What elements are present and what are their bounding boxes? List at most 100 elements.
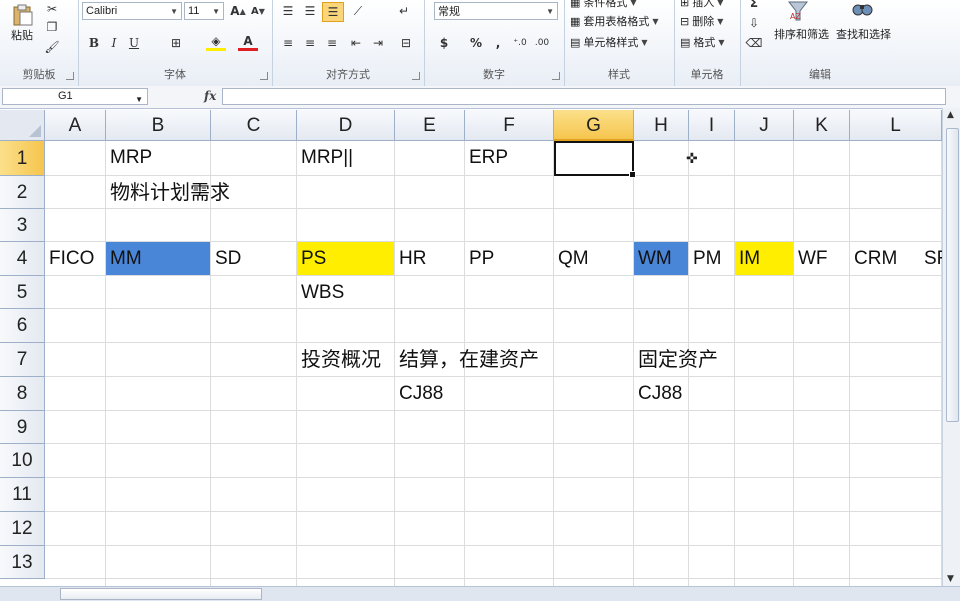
cell-j4[interactable]: IM: [735, 242, 760, 275]
cell-a4[interactable]: FICO: [45, 242, 94, 275]
cell-e7[interactable]: 结算，在建资产: [395, 343, 539, 376]
align-right-icon[interactable]: ≡: [322, 34, 342, 52]
find-select-icon[interactable]: [850, 0, 874, 22]
borders-icon[interactable]: ⊞: [166, 34, 186, 52]
cell-h4[interactable]: WM: [634, 242, 672, 275]
align-top-icon[interactable]: ☰: [278, 2, 298, 20]
column-header-b[interactable]: B: [106, 110, 211, 141]
column-header-j[interactable]: J: [735, 110, 794, 141]
column-header-e[interactable]: E: [395, 110, 465, 141]
scroll-down-icon[interactable]: ▼: [947, 574, 954, 584]
font-name-combo[interactable]: Calibri ▼: [82, 2, 182, 20]
align-bottom-icon[interactable]: ☰: [322, 2, 344, 22]
format-button[interactable]: ▤ 格式 ▼: [680, 34, 725, 50]
cell-f4[interactable]: PP: [465, 242, 494, 275]
row-header-12[interactable]: 12: [0, 512, 45, 546]
vertical-scrollbar[interactable]: ▲ ▼: [942, 108, 960, 586]
format-painter-icon[interactable]: 🖌: [42, 38, 62, 56]
sheet-tab[interactable]: [60, 588, 262, 600]
row-header-2[interactable]: 2: [0, 176, 45, 209]
row-header-3[interactable]: 3: [0, 209, 45, 242]
cell-b4[interactable]: MM: [106, 242, 142, 275]
align-middle-icon[interactable]: ☰: [300, 2, 320, 20]
row-header-5[interactable]: 5: [0, 276, 45, 309]
cell-h8[interactable]: CJ88: [634, 377, 682, 410]
row-header-4[interactable]: 4: [0, 242, 45, 276]
column-header-l[interactable]: L: [850, 110, 942, 141]
active-cell-g1[interactable]: [554, 141, 636, 178]
underline-icon[interactable]: U: [124, 34, 144, 52]
cell-d7[interactable]: 投资概况: [297, 343, 381, 376]
column-header-f[interactable]: F: [465, 110, 554, 141]
merge-center-icon[interactable]: ⊟: [396, 34, 416, 52]
name-box[interactable]: G1 ▼: [2, 88, 148, 105]
grow-font-icon[interactable]: A ▲: [228, 2, 248, 20]
cell-e4[interactable]: HR: [395, 242, 426, 275]
column-header-c[interactable]: C: [211, 110, 297, 141]
column-header-g[interactable]: G: [554, 110, 634, 141]
cell-e8[interactable]: CJ88: [395, 377, 443, 410]
currency-icon[interactable]: $: [434, 34, 454, 52]
comma-style-icon[interactable]: ,: [488, 34, 508, 52]
copy-icon[interactable]: ❐: [42, 18, 62, 36]
cell-i4[interactable]: PM: [689, 242, 722, 275]
column-header-k[interactable]: K: [794, 110, 850, 141]
paste-icon[interactable]: [8, 4, 36, 26]
fill-color-icon[interactable]: ◈: [206, 34, 226, 51]
find-select-button[interactable]: 查找和选择: [836, 26, 891, 42]
scroll-up-icon[interactable]: ▲: [947, 110, 954, 120]
wrap-text-icon[interactable]: ↵: [394, 2, 414, 20]
cell-d5[interactable]: WBS: [297, 276, 344, 309]
increase-indent-icon[interactable]: ⇥: [368, 34, 388, 52]
decrease-decimal-icon[interactable]: .00: [532, 34, 552, 52]
cell-f1[interactable]: ERP: [465, 141, 508, 174]
format-as-table-button[interactable]: ▦ 套用表格格式 ▼: [570, 13, 659, 29]
shrink-font-icon[interactable]: A ▼: [248, 2, 268, 20]
column-header-h[interactable]: H: [634, 110, 689, 141]
italic-icon[interactable]: I: [104, 34, 124, 52]
select-all-button[interactable]: [0, 110, 45, 141]
scrollbar-thumb[interactable]: [946, 128, 959, 422]
cell-b2[interactable]: 物料计划需求: [106, 176, 230, 209]
number-format-combo[interactable]: 常规 ▼: [434, 2, 558, 20]
cell-m4[interactable]: SR: [920, 242, 942, 275]
worksheet-grid[interactable]: A B C D E F G H I J K L 1 2 3 4 5 6 7 8 9 10 11 12 13 MRP MRP|| ERP…: [0, 110, 942, 586]
align-center-icon[interactable]: ≡: [300, 34, 320, 52]
row-header-11[interactable]: 11: [0, 478, 45, 512]
percent-icon[interactable]: %: [466, 34, 486, 52]
cell-d1[interactable]: MRP||: [297, 141, 353, 174]
decrease-indent-icon[interactable]: ⇤: [346, 34, 366, 52]
cell-k4[interactable]: WF: [794, 242, 828, 275]
cell-styles-button[interactable]: ▤ 单元格样式 ▼: [570, 34, 648, 50]
cell-c4[interactable]: SD: [211, 242, 241, 275]
row-header-10[interactable]: 10: [0, 444, 45, 478]
sort-filter-icon[interactable]: AZ: [786, 0, 810, 22]
autosum-icon[interactable]: Σ: [744, 0, 764, 12]
insert-function-button[interactable]: fx: [204, 89, 216, 103]
paste-button[interactable]: 粘贴: [11, 27, 33, 43]
row-header-8[interactable]: 8: [0, 377, 45, 411]
align-left-icon[interactable]: ≡: [278, 34, 298, 52]
clipboard-dialog-launcher[interactable]: [66, 72, 74, 80]
insert-button[interactable]: ⊞ 插入 ▼: [680, 0, 723, 10]
row-header-9[interactable]: 9: [0, 411, 45, 444]
cell-h7[interactable]: 固定资产: [634, 343, 718, 376]
bold-icon[interactable]: B: [84, 34, 104, 52]
orientation-icon[interactable]: ⟋: [348, 2, 368, 20]
row-header-6[interactable]: 6: [0, 309, 45, 343]
number-dialog-launcher[interactable]: [552, 72, 560, 80]
alignment-dialog-launcher[interactable]: [412, 72, 420, 80]
row-header-1[interactable]: 1: [0, 141, 45, 176]
font-dialog-launcher[interactable]: [260, 72, 268, 80]
font-color-icon[interactable]: A: [238, 34, 258, 51]
cut-icon[interactable]: ✂: [42, 0, 62, 18]
fill-icon[interactable]: ⇩: [744, 14, 764, 32]
column-header-a[interactable]: A: [45, 110, 106, 141]
increase-decimal-icon[interactable]: ⁺.0: [510, 34, 530, 52]
column-header-i[interactable]: I: [689, 110, 735, 141]
delete-button[interactable]: ⊟ 删除 ▼: [680, 13, 723, 29]
row-header-13[interactable]: 13: [0, 546, 45, 579]
cell-d4[interactable]: PS: [297, 242, 326, 275]
clear-icon[interactable]: ⌫: [744, 34, 764, 52]
font-size-combo[interactable]: 11 ▼: [184, 2, 224, 20]
